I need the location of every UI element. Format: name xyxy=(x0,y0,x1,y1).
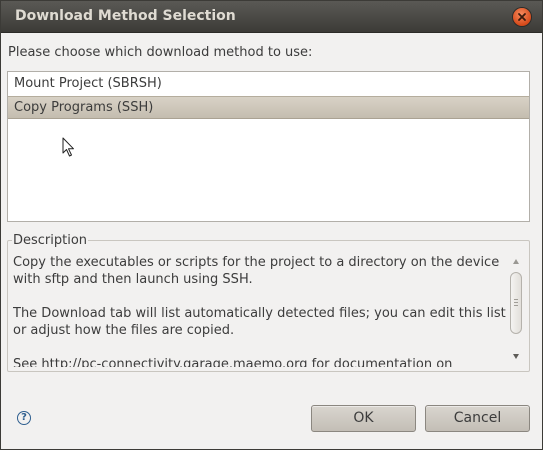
description-paragraph: Copy the executables or scripts for the … xyxy=(13,255,500,287)
scroll-up-arrow-icon[interactable] xyxy=(513,259,519,264)
grip-line xyxy=(514,302,518,303)
description-group: Description Copy the executables or scri… xyxy=(7,233,530,372)
grip-line xyxy=(514,299,518,300)
title-bar[interactable]: Download Method Selection xyxy=(1,1,542,33)
close-button[interactable] xyxy=(513,8,531,26)
method-item-mount-project[interactable]: Mount Project (SBRSH) xyxy=(8,72,529,95)
scroll-down-arrow-icon[interactable] xyxy=(513,354,519,359)
description-paragraph: The Download tab will list automatically… xyxy=(13,306,506,338)
ok-button[interactable]: OK xyxy=(311,405,416,432)
description-text[interactable]: Copy the executables or scripts for the … xyxy=(13,254,506,367)
method-prompt: Please choose which download method to u… xyxy=(8,45,313,60)
dialog-window: Download Method Selection Please choose … xyxy=(0,0,543,450)
help-icon[interactable]: ? xyxy=(17,411,31,425)
description-paragraph: See http://pc-connectivity.garage.maemo.… xyxy=(13,357,453,367)
mouse-pointer-icon xyxy=(62,137,74,157)
method-list[interactable]: Mount Project (SBRSH) Copy Programs (SSH… xyxy=(7,71,530,222)
close-icon xyxy=(518,13,526,21)
description-scrollbar[interactable] xyxy=(508,254,525,366)
cancel-button[interactable]: Cancel xyxy=(425,405,530,432)
description-legend: Description xyxy=(12,233,89,248)
scroll-thumb[interactable] xyxy=(510,272,522,334)
method-item-copy-programs[interactable]: Copy Programs (SSH) xyxy=(8,96,529,119)
window-title: Download Method Selection xyxy=(15,8,236,24)
grip-line xyxy=(514,305,518,306)
